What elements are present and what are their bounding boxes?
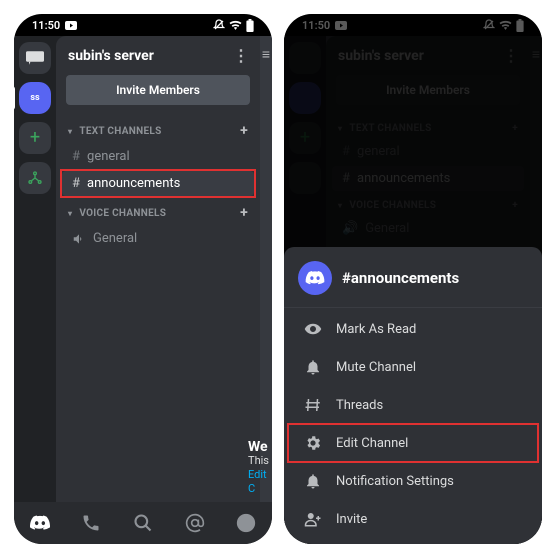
text-channels-category[interactable]: ▾ TEXT CHANNELS +: [56, 115, 260, 143]
chevron-down-icon: ▾: [68, 209, 72, 218]
welcome-link[interactable]: Edit C: [248, 468, 272, 496]
invite-members-button[interactable]: Invite Members: [66, 75, 250, 105]
dm-button[interactable]: [19, 42, 51, 74]
hash-icon: #: [72, 176, 80, 191]
threads-item[interactable]: Threads: [288, 386, 538, 424]
item-label: Mark As Read: [336, 322, 416, 337]
item-label: Notification Settings: [336, 474, 454, 489]
channel-label: announcements: [87, 176, 180, 191]
voice-channels-category[interactable]: ▾ VOICE CHANNELS +: [56, 197, 260, 225]
mentions-tab-icon[interactable]: [185, 513, 205, 533]
wifi-icon: [229, 20, 242, 30]
server-avatar-selected[interactable]: ss: [19, 82, 51, 114]
gear-icon: [304, 434, 322, 452]
channel-label: General: [93, 231, 137, 246]
discord-logo-icon: [298, 261, 332, 295]
server-header[interactable]: subin's server ⋮: [56, 36, 260, 71]
threads-icon: [304, 396, 322, 414]
discord-main: ss + subin's server ⋮ Invite Members ▾ TE…: [14, 36, 272, 502]
item-label: Mute Channel: [336, 360, 416, 375]
welcome-clip: We This Edit C: [248, 440, 272, 496]
battery-icon: [246, 19, 254, 32]
bell-icon: [304, 472, 322, 490]
phone-right: 11:50 + subin's server⋮ Invite Members ▾…: [284, 14, 542, 544]
notification-settings-item[interactable]: Notification Settings: [288, 462, 538, 500]
sheet-header: #announcements: [284, 247, 542, 305]
youtube-icon: [65, 21, 77, 30]
status-bar: 11:50: [14, 14, 272, 36]
item-label: Edit Channel: [336, 436, 408, 451]
server-initials: ss: [30, 93, 39, 103]
eye-icon: [304, 320, 322, 338]
server-rail: ss +: [14, 36, 56, 502]
chevron-down-icon: ▾: [68, 127, 72, 136]
add-server-button[interactable]: +: [19, 122, 51, 154]
channel-panel: subin's server ⋮ Invite Members ▾ TEXT CH…: [56, 36, 260, 502]
divider: [284, 307, 542, 308]
dnd-icon: [213, 19, 225, 31]
invite-label: Invite Members: [116, 83, 200, 97]
mute-channel-item[interactable]: Mute Channel: [288, 348, 538, 386]
welcome-title: We: [248, 440, 272, 454]
category-label: TEXT CHANNELS: [79, 126, 161, 137]
mark-as-read-item[interactable]: Mark As Read: [288, 310, 538, 348]
content-peek[interactable]: ≡: [260, 36, 272, 502]
item-label: Invite: [336, 512, 367, 527]
profile-tab-icon[interactable]: [236, 513, 256, 533]
hamburger-icon[interactable]: ≡: [262, 46, 270, 63]
server-name: subin's server: [68, 48, 154, 64]
phone-left: 11:50 ss +: [14, 14, 272, 544]
discord-tab-icon[interactable]: [30, 513, 50, 533]
tutorial-highlight: [287, 423, 539, 463]
bell-icon: [304, 358, 322, 376]
category-label: VOICE CHANNELS: [79, 208, 166, 219]
friends-tab-icon[interactable]: [81, 513, 101, 533]
clock: 11:50: [32, 19, 60, 32]
item-label: Threads: [336, 398, 383, 413]
invite-item[interactable]: Invite: [288, 500, 538, 538]
search-tab-icon[interactable]: [133, 513, 153, 533]
welcome-sub: This: [248, 454, 272, 468]
server-menu-icon[interactable]: ⋮: [233, 46, 250, 65]
hash-icon: #: [72, 149, 80, 164]
discover-button[interactable]: [19, 162, 51, 194]
edit-channel-item[interactable]: Edit Channel: [288, 424, 538, 462]
user-plus-icon: [304, 510, 322, 528]
add-channel-icon[interactable]: +: [240, 123, 248, 139]
add-channel-icon[interactable]: +: [240, 205, 248, 221]
channel-action-sheet: #announcements Mark As Read Mute Channel…: [284, 247, 542, 544]
bottom-tab-bar: [14, 502, 272, 544]
speaker-icon: [72, 232, 86, 246]
sheet-title: #announcements: [342, 269, 459, 287]
channel-general-voice[interactable]: General: [62, 226, 254, 251]
channel-general-text[interactable]: # general: [62, 144, 254, 169]
channel-announcements[interactable]: # announcements: [62, 171, 254, 196]
channel-label: general: [87, 149, 130, 164]
